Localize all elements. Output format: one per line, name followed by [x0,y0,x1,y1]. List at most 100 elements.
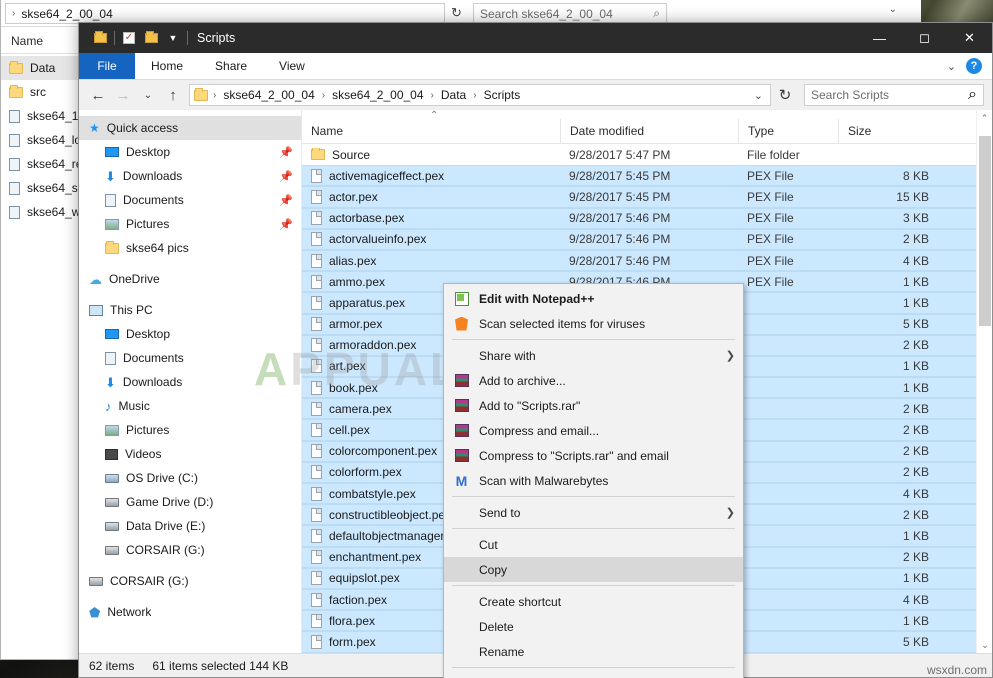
menu-item-copy[interactable]: Copy [444,557,743,582]
sidebar-item-onedrive[interactable]: ☁ OneDrive [79,267,301,291]
column-header-date-modified[interactable]: Date modified [560,118,738,144]
menu-item-compress-and-email[interactable]: Compress and email... [444,418,743,443]
menu-item-edit-with-notepad[interactable]: Edit with Notepad++ [444,286,743,311]
sidebar-item-downloads[interactable]: ⬇ Downloads [79,370,301,394]
file-name-cell[interactable]: actorvalueinfo.pex [302,232,560,247]
scroll-up-button[interactable]: ⌃ [977,110,992,126]
vertical-scrollbar[interactable]: ⌃ ⌄ [976,110,992,653]
table-row[interactable]: actorbase.pex 9/28/2017 5:46 PM PEX File 3 … [302,207,976,229]
title-bar[interactable]: ✓ ▼ Scripts — ◻ ✕ [79,23,992,53]
sidebar-item-documents[interactable]: Documents [79,346,301,370]
chevron-down-icon[interactable]: ▼ [162,27,184,49]
sidebar-item-data-drive-e[interactable]: Data Drive (E:) [79,514,301,538]
close-button[interactable]: ✕ [947,23,992,53]
navigation-pane[interactable]: ★ Quick access Desktop 📌 ⬇ Downloads 📌 Document… [79,110,302,653]
ribbon-tabs[interactable]: File Home Share View ⌄ ? [79,53,992,80]
sidebar-item-os-drive-c[interactable]: OS Drive (C:) [79,466,301,490]
tab-view[interactable]: View [263,53,321,79]
table-row[interactable]: alias.pex 9/28/2017 5:46 PM PEX File 4 KB [302,249,976,272]
sidebar-item-desktop[interactable]: Desktop [79,322,301,346]
menu-item-delete[interactable]: Delete [444,614,743,639]
sidebar-item-network[interactable]: ⬟ Network [79,600,301,624]
file-name-cell[interactable]: actorbase.pex [302,211,560,226]
pin-icon[interactable]: 📌 [279,146,293,159]
pin-icon[interactable]: 📌 [279,170,293,183]
menu-item-properties[interactable]: Properties [444,671,743,678]
sidebar-item-corsair-g[interactable]: CORSAIR (G:) [79,538,301,562]
file-name-cell[interactable]: actor.pex [302,189,560,204]
file-name-cell[interactable]: Source [302,147,560,162]
column-headers[interactable]: Name Date modified Type Size [302,118,976,144]
breadcrumb-4[interactable]: Scripts [482,88,523,102]
up-button[interactable]: ↑ [162,84,184,106]
background-address-field[interactable]: › skse64_2_00_04 [5,3,445,24]
menu-item-rename[interactable]: Rename [444,639,743,664]
pin-icon[interactable]: 📌 [279,218,293,231]
file-size-cell: 2 KB [902,507,929,522]
maximize-button[interactable]: ◻ [902,23,947,53]
menu-item-send-to[interactable]: Send to ❯ [444,500,743,525]
address-field[interactable]: › skse64_2_00_04 › skse64_2_00_04 › Data… [189,84,771,106]
back-button[interactable]: ← [87,84,109,106]
breadcrumb-2[interactable]: skse64_2_00_04 [330,88,425,102]
pin-icon[interactable]: 📌 [279,194,293,207]
sidebar-item-pictures[interactable]: Pictures 📌 [79,212,301,236]
properties-checkbox-icon[interactable]: ✓ [118,27,140,49]
forward-button[interactable]: → [112,84,134,106]
column-header-size[interactable]: Size [838,118,940,144]
menu-item-scan-with-malwarebytes[interactable]: M Scan with Malwarebytes [444,468,743,493]
background-refresh-icon[interactable]: ↻ [451,5,462,21]
menu-item-scan-selected-items-for-viruses[interactable]: Scan selected items for viruses [444,311,743,336]
menu-item-create-shortcut[interactable]: Create shortcut [444,589,743,614]
sidebar-item-quick-access[interactable]: ★ Quick access [79,116,301,140]
folder-icon[interactable] [89,27,111,49]
quick-access-toolbar[interactable]: ✓ ▼ [79,27,191,49]
window-controls[interactable]: — ◻ ✕ [857,23,992,53]
sidebar-item-desktop[interactable]: Desktop 📌 [79,140,301,164]
column-header-name[interactable]: Name [302,119,560,144]
tab-home[interactable]: Home [135,53,199,79]
sidebar-item-music[interactable]: ♪ Music [79,394,301,418]
sidebar-item-skse64-pics[interactable]: skse64 pics [79,236,301,260]
background-address-dropdown-icon[interactable]: ⌄ [889,4,897,15]
file-icon [311,423,322,438]
table-row[interactable]: actorvalueinfo.pex 9/28/2017 5:46 PM PEX F… [302,228,976,250]
sidebar-item-game-drive-d[interactable]: Game Drive (D:) [79,490,301,514]
tab-file[interactable]: File [79,53,135,79]
sidebar-item-documents[interactable]: Documents 📌 [79,188,301,212]
help-icon[interactable]: ? [966,58,982,74]
minimize-button[interactable]: — [857,23,902,53]
file-name-cell[interactable]: activemagiceffect.pex [302,168,560,183]
menu-item-add-to-scripts-rar[interactable]: Add to "Scripts.rar" [444,393,743,418]
scroll-down-button[interactable]: ⌄ [977,637,993,653]
sidebar-item-videos[interactable]: Videos [79,442,301,466]
table-row[interactable]: Source 9/28/2017 5:47 PM File folder [302,144,976,165]
sidebar-item-corsair-g[interactable]: CORSAIR (G:) [79,569,301,593]
tab-share[interactable]: Share [199,53,263,79]
sidebar-item-label: OS Drive (C:) [126,471,198,485]
scrollbar-thumb[interactable] [979,136,991,326]
breadcrumb-3[interactable]: Data [439,88,468,102]
menu-item-cut[interactable]: Cut [444,532,743,557]
menu-item-share-with[interactable]: Share with ❯ [444,343,743,368]
sidebar-item-downloads[interactable]: ⬇ Downloads 📌 [79,164,301,188]
table-row[interactable]: actor.pex 9/28/2017 5:45 PM PEX File 15 KB [302,186,976,208]
file-size-cell: 4 KB [902,253,929,268]
table-row[interactable]: activemagiceffect.pex 9/28/2017 5:45 PM PE… [302,165,976,187]
search-input[interactable]: Search Scripts ⌕ [804,84,984,106]
column-header-type[interactable]: Type [738,118,838,144]
address-dropdown-icon[interactable]: ⌄ [754,89,763,102]
chevron-down-icon[interactable]: ⌄ [947,60,956,73]
file-name-cell[interactable]: alias.pex [302,253,560,268]
sidebar-item-pictures[interactable]: Pictures [79,418,301,442]
menu-item-compress-to-scripts-rar-and-email[interactable]: Compress to "Scripts.rar" and email [444,443,743,468]
context-menu[interactable]: Edit with Notepad++ Scan selected items f… [443,283,744,678]
background-search-box[interactable]: Search skse64_2_00_04 ⌕ [473,3,667,24]
refresh-button[interactable]: ↻ [774,84,796,106]
breadcrumb-1[interactable]: skse64_2_00_04 [221,88,316,102]
address-bar[interactable]: ← → ⌄ ↑ › skse64_2_00_04 › skse64_2_00_0… [79,80,992,110]
sidebar-item-this-pc[interactable]: This PC [79,298,301,322]
menu-item-add-to-archive[interactable]: Add to archive... [444,368,743,393]
new-folder-icon[interactable] [140,27,162,49]
recent-locations-button[interactable]: ⌄ [137,84,159,106]
